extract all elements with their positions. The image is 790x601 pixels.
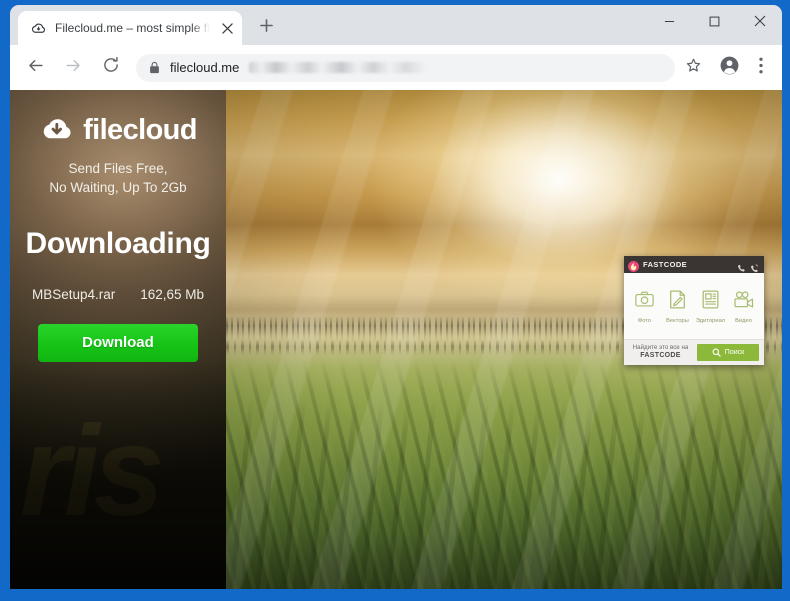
plus-icon (259, 19, 273, 37)
search-icon (712, 348, 721, 357)
page-viewport: ris filecloud Send Files Free, No Waitin… (10, 90, 782, 589)
profile-button[interactable] (714, 53, 744, 83)
reload-icon (102, 56, 120, 79)
window-controls (647, 5, 782, 41)
fastcode-footer: Найдите это все на FASTCODE Поиск (624, 339, 764, 365)
maximize-icon (709, 14, 720, 32)
reload-button[interactable] (96, 53, 126, 83)
file-info-row: MBSetup4.rar 162,65 Mb (10, 287, 226, 302)
three-dots-menu-icon (759, 57, 763, 79)
close-icon (754, 14, 766, 32)
bookmark-button[interactable] (679, 54, 707, 82)
phone-ringing-icon[interactable] (750, 260, 759, 273)
file-name: MBSetup4.rar (32, 287, 116, 303)
minimize-icon (664, 14, 675, 32)
vector-pen-icon (662, 289, 694, 309)
photo-field-furrows (226, 359, 782, 589)
fastcode-footer-text: Найдите это все на FASTCODE (629, 344, 692, 361)
flame-icon (628, 259, 639, 272)
tab-close-icon[interactable] (218, 19, 236, 37)
fastcode-header: FASTCODE (624, 256, 764, 273)
window-maximize-button[interactable] (692, 5, 737, 41)
address-bar[interactable]: filecloud.me (136, 53, 675, 82)
background-watermark-text: ris (20, 399, 165, 543)
user-avatar-icon (719, 55, 740, 81)
fastcode-item-editorial[interactable]: Эдиториал (695, 289, 727, 327)
browser-menu-button[interactable] (748, 53, 774, 83)
fastcode-item-photo[interactable]: Фото (629, 289, 661, 327)
fastcode-item-label: Фото (637, 318, 652, 324)
fastcode-footer-brand: FASTCODE (640, 352, 681, 359)
browser-toolbar: filecloud.me (10, 45, 782, 90)
window-close-button[interactable] (737, 5, 782, 41)
tab-title: Filecloud.me – most simple file sh (55, 21, 210, 35)
address-bar-url: filecloud.me (170, 60, 240, 75)
brand-name: filecloud (83, 113, 197, 146)
arrow-left-icon (26, 56, 45, 80)
fastcode-search-button[interactable]: Поиск (697, 344, 759, 361)
brand-logo: filecloud (10, 112, 226, 148)
fastcode-header-icons (737, 260, 759, 273)
browser-window: Filecloud.me – most simple file sh (10, 5, 782, 589)
browser-tab[interactable]: Filecloud.me – most simple file sh (18, 11, 242, 45)
fastcode-title: FASTCODE (643, 260, 688, 269)
cloud-download-icon (30, 20, 47, 37)
download-status-heading: Downloading (25, 227, 211, 261)
fastcode-item-label: Векторы (666, 318, 689, 324)
tagline-line-1: Send Files Free, (68, 161, 168, 176)
fastcode-category-grid: Фото Векторы Эдиториал Видео (624, 273, 764, 339)
download-button[interactable]: Download (38, 324, 198, 363)
brand-tagline: Send Files Free, No Waiting, Up To 2Gb (10, 160, 226, 197)
url-redacted-region (249, 62, 428, 73)
photo-field-furrows-secondary (226, 399, 782, 589)
back-button[interactable] (20, 53, 50, 83)
panel-bottom-shade (10, 359, 226, 589)
fastcode-footer-line: Найдите это все на (632, 344, 689, 352)
new-tab-button[interactable] (252, 14, 280, 42)
arrow-right-icon (64, 56, 83, 80)
tab-strip: Filecloud.me – most simple file sh (10, 5, 782, 45)
video-camera-icon (728, 289, 760, 309)
download-panel: ris filecloud Send Files Free, No Waitin… (10, 90, 226, 589)
fastcode-item-label: Эдиториал (695, 318, 726, 324)
screen: Filecloud.me – most simple file sh (0, 0, 790, 601)
fastcode-item-label: Видео (735, 318, 752, 324)
cloud-download-icon (39, 112, 75, 148)
background-photo: FASTCODE Фото Векторы Эдиториал Видео На… (226, 90, 782, 589)
window-minimize-button[interactable] (647, 5, 692, 41)
star-icon (685, 57, 702, 79)
fastcode-item-video[interactable]: Видео (728, 289, 760, 327)
fastcode-item-vectors[interactable]: Векторы (662, 289, 694, 327)
phone-icon[interactable] (737, 260, 746, 272)
newspaper-icon (695, 289, 727, 309)
fastcode-search-label: Поиск (724, 349, 745, 356)
tagline-line-2: No Waiting, Up To 2Gb (49, 179, 187, 195)
file-size: 162,65 Mb (140, 287, 204, 303)
lock-icon (149, 61, 161, 74)
fastcode-widget[interactable]: FASTCODE Фото Векторы Эдиториал Видео На… (624, 256, 764, 365)
camera-icon (629, 289, 661, 309)
forward-button[interactable] (58, 53, 88, 83)
